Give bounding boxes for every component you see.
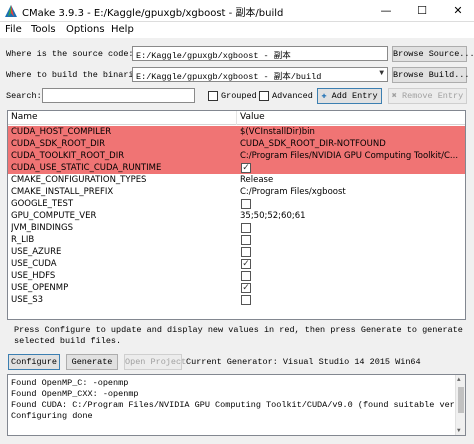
checkmark-icon[interactable]: ✓ <box>241 163 251 173</box>
search-input[interactable] <box>42 88 195 103</box>
table-row[interactable]: CMAKE_CONFIGURATION_TYPES Release <box>8 174 465 186</box>
advanced-checkbox[interactable] <box>259 91 269 101</box>
entry-name: USE_AZURE <box>11 247 62 257</box>
log-line: Configuring done <box>11 411 93 421</box>
browse-source-button[interactable]: Browse Source... <box>392 46 474 62</box>
entry-name: USE_S3 <box>11 295 44 305</box>
entry-name: CUDA_USE_STATIC_CUDA_RUNTIME <box>11 163 162 173</box>
entry-name: JVM_BINDINGS <box>11 223 73 233</box>
remove-entry-button[interactable]: ✖ Remove Entry <box>388 88 467 104</box>
menu-tools[interactable]: Tools <box>31 24 56 35</box>
table-row[interactable]: CUDA_TOOLKIT_ROOT_DIR C:/Program Files/NV… <box>8 150 465 162</box>
log-scrollbar[interactable]: ▲ ▼ <box>455 375 465 435</box>
current-generator-label: Current Generator: Visual Studio 14 2015… <box>186 357 421 367</box>
checkmark-icon[interactable]: ✓ <box>241 283 251 293</box>
table-row[interactable]: JVM_BINDINGS <box>8 222 465 234</box>
entry-name: CUDA_SDK_ROOT_DIR <box>11 139 106 149</box>
column-header-value[interactable]: Value <box>240 112 265 122</box>
scroll-down-icon[interactable]: ▼ <box>457 427 461 434</box>
table-row[interactable]: USE_S3 <box>8 294 465 306</box>
table-row[interactable]: R_LIB <box>8 234 465 246</box>
value-checkbox[interactable] <box>241 235 251 245</box>
menu-bar: File Tools Options Help <box>0 22 474 38</box>
close-button[interactable]: ✕ <box>442 0 474 22</box>
menu-help[interactable]: Help <box>111 24 134 35</box>
configure-button[interactable]: Configure <box>8 354 60 370</box>
add-entry-button[interactable]: ✚ Add Entry <box>317 88 382 104</box>
search-label: Search: <box>6 91 42 101</box>
scroll-thumb[interactable] <box>458 387 464 413</box>
grouped-checkbox[interactable] <box>208 91 218 101</box>
log-line: Found OpenMP_CXX: -openmp <box>11 389 139 399</box>
cmake-triangle-icon <box>5 5 17 17</box>
log-line: Found CUDA: C:/Program Files/NVIDIA GPU … <box>11 400 465 410</box>
entry-name: USE_HDFS <box>11 271 56 281</box>
entry-name: CMAKE_INSTALL_PREFIX <box>11 187 114 197</box>
table-row[interactable]: USE_CUDA ✓ <box>8 258 465 270</box>
minimize-button[interactable]: — <box>370 0 402 22</box>
entry-value[interactable]: 35;50;52;60;61 <box>240 210 464 222</box>
source-path-input[interactable]: E:/Kaggle/gpuxgb/xgboost - 副本 <box>132 46 388 61</box>
output-log[interactable]: Found OpenMP_C: -openmp Found OpenMP_CXX:… <box>7 374 466 436</box>
entry-value[interactable]: Release <box>240 174 464 186</box>
table-row[interactable]: GOOGLE_TEST <box>8 198 465 210</box>
entry-value[interactable]: CUDA_SDK_ROOT_DIR-NOTFOUND <box>240 138 464 150</box>
x-icon: ✖ <box>391 91 397 101</box>
title-bar: CMake 3.9.3 - E:/Kaggle/gpuxgb/xgboost -… <box>0 0 474 22</box>
table-row[interactable]: CUDA_USE_STATIC_CUDA_RUNTIME ✓ <box>8 162 465 174</box>
table-row[interactable]: CUDA_SDK_ROOT_DIR CUDA_SDK_ROOT_DIR-NOTFO… <box>8 138 465 150</box>
value-checkbox[interactable] <box>241 247 251 257</box>
build-path-value: E:/Kaggle/gpuxgb/xgboost - 副本/build <box>136 72 322 82</box>
entry-value[interactable]: C:/Program Files/NVIDIA GPU Computing To… <box>240 150 464 162</box>
entry-value[interactable]: $(VCInstallDir)bin <box>240 126 464 138</box>
entry-name: CUDA_TOOLKIT_ROOT_DIR <box>11 151 125 161</box>
browse-build-button[interactable]: Browse Build... <box>392 67 470 83</box>
column-header-name[interactable]: Name <box>11 112 38 122</box>
log-line: Found OpenMP_C: -openmp <box>11 378 129 388</box>
menu-file[interactable]: File <box>5 24 22 35</box>
table-row[interactable]: USE_OPENMP ✓ <box>8 282 465 294</box>
binaries-label: Where to build the binaries: <box>6 70 149 80</box>
table-row[interactable]: USE_HDFS <box>8 270 465 282</box>
entry-name: R_LIB <box>11 235 35 245</box>
maximize-button[interactable]: ☐ <box>406 0 438 22</box>
build-path-combobox[interactable]: E:/Kaggle/gpuxgb/xgboost - 副本/build ▼ <box>132 67 388 82</box>
window-title: CMake 3.9.3 - E:/Kaggle/gpuxgb/xgboost -… <box>22 8 284 19</box>
table-row[interactable]: CUDA_HOST_COMPILER $(VCInstallDir)bin <box>8 126 465 138</box>
advanced-label: Advanced <box>272 91 313 101</box>
source-path-value: E:/Kaggle/gpuxgb/xgboost - 副本 <box>136 51 291 61</box>
checkmark-icon[interactable]: ✓ <box>241 259 251 269</box>
plus-icon: ✚ <box>321 91 327 101</box>
scroll-up-icon[interactable]: ▲ <box>457 376 461 383</box>
table-row[interactable]: GPU_COMPUTE_VER 35;50;52;60;61 <box>8 210 465 222</box>
grouped-label: Grouped <box>221 91 257 101</box>
entry-name: CMAKE_CONFIGURATION_TYPES <box>11 175 147 185</box>
open-project-button[interactable]: Open Project <box>124 354 186 370</box>
entry-name: CUDA_HOST_COMPILER <box>11 127 112 137</box>
entry-name: USE_OPENMP <box>11 283 69 293</box>
entry-value[interactable]: C:/Program Files/xgboost <box>240 186 464 198</box>
value-checkbox[interactable] <box>241 295 251 305</box>
entry-name: USE_CUDA <box>11 259 57 269</box>
value-checkbox[interactable] <box>241 223 251 233</box>
instruction-text: Press Configure to update and display ne… <box>14 325 463 346</box>
table-row[interactable]: USE_AZURE <box>8 246 465 258</box>
chevron-down-icon[interactable]: ▼ <box>379 69 384 78</box>
menu-options[interactable]: Options <box>66 24 105 35</box>
cache-table[interactable]: Name Value CUDA_HOST_COMPILER $(VCInstall… <box>7 110 466 320</box>
source-label: Where is the source code: <box>6 49 134 59</box>
generate-button[interactable]: Generate <box>66 354 118 370</box>
value-checkbox[interactable] <box>241 271 251 281</box>
entry-name: GOOGLE_TEST <box>11 199 74 209</box>
entry-name: GPU_COMPUTE_VER <box>11 211 97 221</box>
value-checkbox[interactable] <box>241 199 251 209</box>
table-header: Name Value <box>8 111 465 125</box>
table-row[interactable]: CMAKE_INSTALL_PREFIX C:/Program Files/xgb… <box>8 186 465 198</box>
